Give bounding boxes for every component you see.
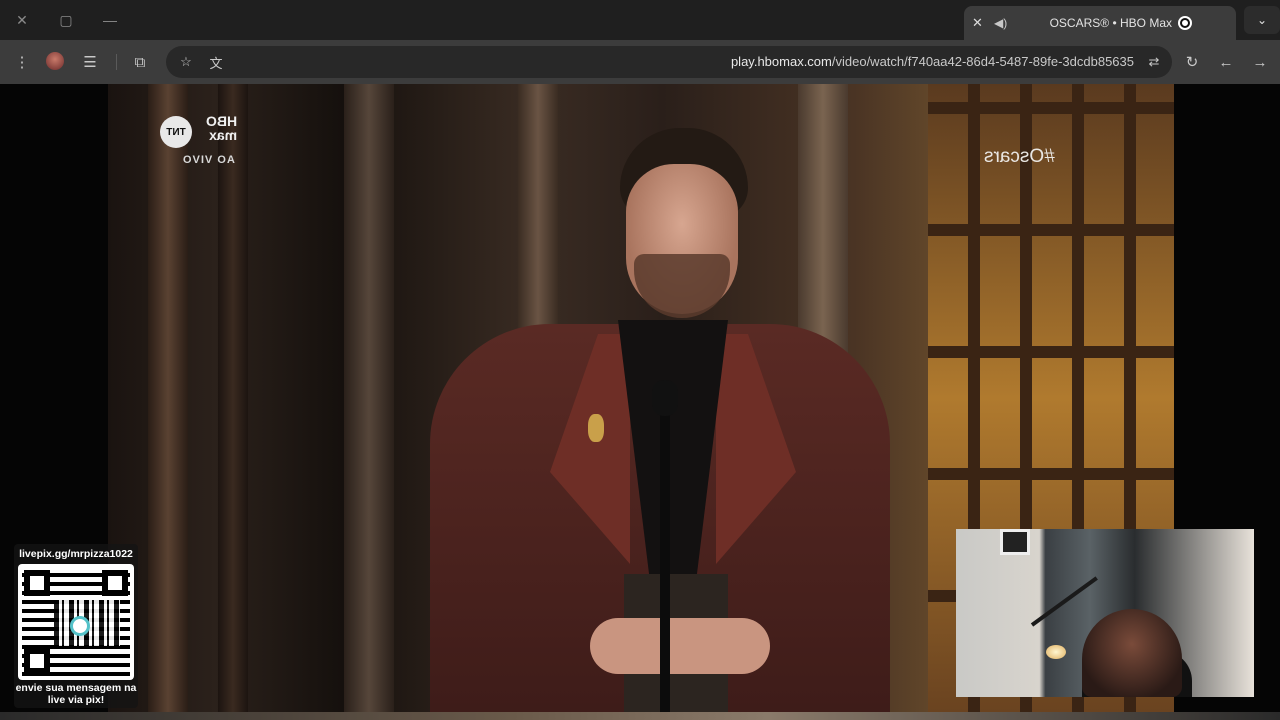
- wall-picture: [1000, 529, 1030, 555]
- url-text[interactable]: play.hbomax.com/video/watch/f740aa42-86d…: [731, 54, 1134, 69]
- livepix-qr-panel: livepix.gg/mrpizza1022 envie sua mensage…: [14, 544, 138, 708]
- hbo-favicon-icon: [1178, 16, 1192, 30]
- close-window-button[interactable]: ✕: [0, 0, 44, 40]
- address-bar[interactable]: ☆ 文 play.hbomax.com/video/watch/f740aa42…: [166, 46, 1172, 78]
- stage-pillar: [148, 84, 188, 712]
- reload-icon: ↻: [1185, 54, 1199, 71]
- live-label: AO VIVO: [182, 154, 235, 166]
- hbo-text: HBO: [206, 113, 238, 129]
- extensions-button[interactable]: ⧉: [126, 48, 154, 76]
- tab-title: OSCARS® • HBO Max: [1049, 16, 1172, 30]
- livepix-url: livepix.gg/mrpizza1022: [19, 548, 133, 560]
- forward-button[interactable]: →: [1246, 48, 1274, 76]
- extensions-icon: ⧉: [134, 53, 146, 71]
- url-host: play.hbomax.com: [730, 54, 832, 69]
- reload-button[interactable]: ↻: [1178, 48, 1206, 76]
- streamer-webcam: [956, 529, 1254, 697]
- menu-button[interactable]: ⋮: [8, 48, 36, 76]
- close-icon: ✕: [16, 11, 28, 28]
- presenter: [430, 124, 890, 712]
- oscar-pin: [588, 414, 604, 442]
- arrow-left-icon: ←: [1218, 53, 1234, 71]
- tab-strip: ✕ ▢ — + ✕ ◀) OSCARS® • HBO Max ⌄: [0, 0, 1280, 40]
- stage-pillar: [218, 84, 248, 712]
- oscars-hashtag: #Oscars: [984, 146, 1055, 167]
- reading-list-button[interactable]: ☰: [76, 48, 104, 76]
- tnt-logo: TNT: [160, 116, 192, 148]
- arrow-right-icon: →: [1252, 53, 1268, 71]
- minimize-icon: —: [103, 12, 117, 28]
- site-info-icon[interactable]: ⇄: [1144, 52, 1164, 72]
- toolbar-divider: [116, 54, 117, 70]
- qr-code: [18, 564, 134, 680]
- bookmark-star-icon[interactable]: ☆: [176, 52, 196, 72]
- maximize-window-button[interactable]: ▢: [44, 0, 88, 40]
- tab-close-button[interactable]: ✕: [972, 15, 983, 31]
- tab-oscars[interactable]: ✕ ◀) OSCARS® • HBO Max: [964, 6, 1236, 40]
- profile-avatar[interactable]: [46, 52, 64, 70]
- maximize-icon: ▢: [59, 11, 73, 28]
- streamer: [1082, 609, 1182, 697]
- livepix-message-line1: envie sua mensagem na: [15, 682, 137, 694]
- minimize-window-button[interactable]: —: [88, 0, 132, 40]
- microphone-stand: [660, 384, 670, 712]
- hbo-max-logo: HBO max: [206, 113, 238, 143]
- kebab-menu-icon: ⋮: [14, 54, 30, 71]
- presenter-beard: [634, 254, 730, 318]
- livepix-message-line2: live via pix!: [47, 694, 105, 706]
- microphone-icon: [652, 380, 678, 416]
- browser-toolbar: ⋮ ☰ ⧉ ☆ 文 play.hbomax.com/video/watch/f7…: [0, 40, 1280, 84]
- back-button[interactable]: ←: [1212, 48, 1240, 76]
- speaker-icon[interactable]: ◀): [994, 16, 1007, 30]
- pix-logo-icon: [70, 616, 90, 636]
- url-path: /video/watch/f740aa42-86d4-5487-89fe-3dc…: [831, 54, 1134, 69]
- desk-lamp: [1046, 645, 1066, 659]
- translate-icon[interactable]: 文: [206, 52, 226, 72]
- max-text: max: [209, 127, 238, 143]
- mic-arm: [1030, 576, 1098, 627]
- presenter-hands: [590, 618, 770, 674]
- broadcaster-logo: TNT HBO max AO VIVO: [160, 113, 256, 170]
- second-monitor-strip: [0, 712, 1280, 720]
- reading-list-icon: ☰: [83, 54, 97, 71]
- chevron-down-icon: ⌄: [1256, 13, 1268, 27]
- livepix-message: envie sua mensagem na live via pix!: [14, 682, 138, 706]
- stage-pillar: [344, 84, 394, 712]
- tab-search-button[interactable]: ⌄: [1244, 6, 1280, 34]
- video-player[interactable]: TNT HBO max AO VIVO #Oscars livepix.gg/mr…: [0, 84, 1280, 712]
